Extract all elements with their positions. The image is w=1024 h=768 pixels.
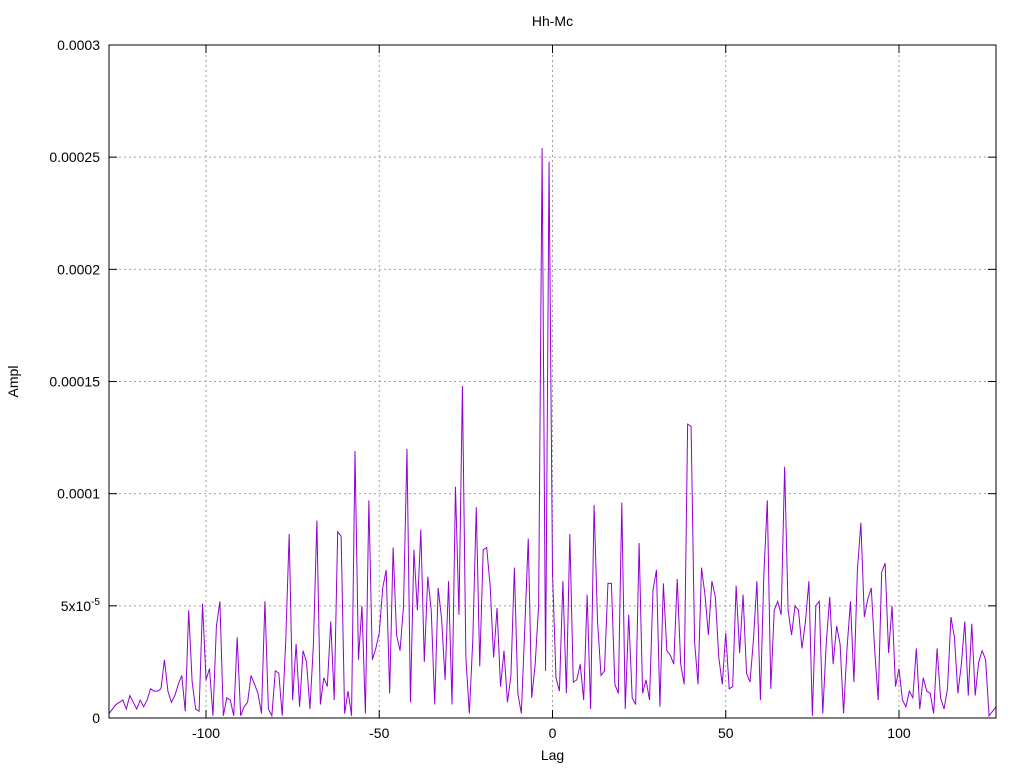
y-tick-label: 0.0003 xyxy=(57,37,100,53)
x-tick-label: -100 xyxy=(192,725,220,741)
x-axis-label: Lag xyxy=(541,747,564,763)
x-tick-label: 0 xyxy=(549,725,557,741)
x-tick-label: 50 xyxy=(718,725,734,741)
y-tick-label: 0.0002 xyxy=(57,261,100,277)
y-axis-label: Ampl xyxy=(5,366,21,398)
y-tick-label: 0 xyxy=(92,710,100,726)
y-tick-label: 0.00015 xyxy=(49,374,100,390)
y-tick-label: 0.0001 xyxy=(57,486,100,502)
x-tick-label: 100 xyxy=(887,725,911,741)
y-tick-label: 0.00025 xyxy=(49,149,100,165)
chart-title: Hh-Mc xyxy=(532,13,573,29)
x-tick-label: -50 xyxy=(369,725,389,741)
amplitude-lag-chart: -100 -50 0 50 10005x10-50.00010.000150.00020… xyxy=(0,0,1024,768)
